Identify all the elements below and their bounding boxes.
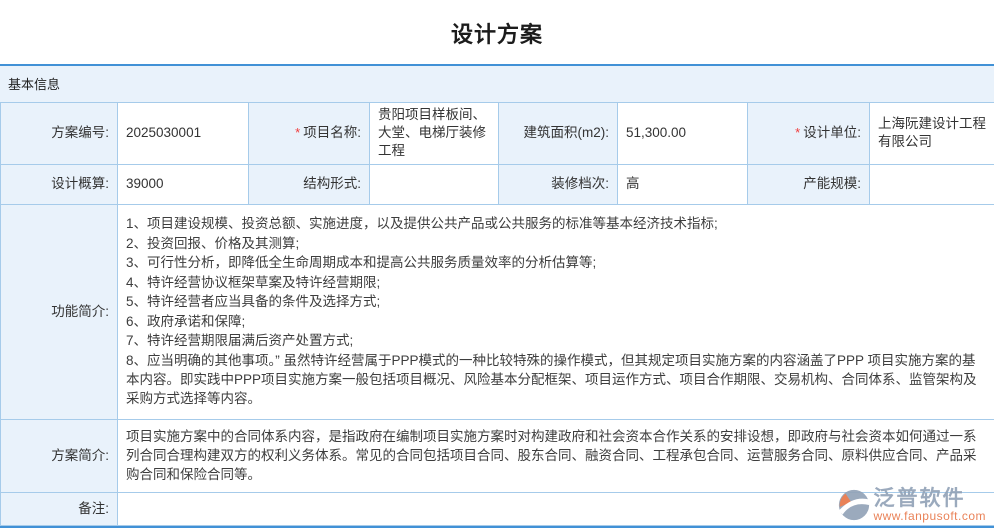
design-unit-label: *设计单位: <box>748 103 870 165</box>
decoration-grade-value: 高 <box>618 164 748 204</box>
fanpu-logo-icon <box>837 488 871 522</box>
section-header-basic-info: 基本信息 <box>0 66 994 102</box>
design-estimate-label-text: 设计概算: <box>51 176 109 191</box>
fanpu-watermark: 泛普软件 www.fanpusoft.com <box>837 488 986 523</box>
table-row: 方案编号: 2025030001 *项目名称: 贵阳项目样板间、大堂、电梯厅装修… <box>1 103 994 165</box>
plan-number-label: 方案编号: <box>1 103 118 165</box>
plan-number-label-text: 方案编号: <box>51 125 109 140</box>
function-intro-text: 1、项目建设规模、投资总额、实施进度，以及提供公共产品或公共服务的标准等基本经济… <box>126 214 986 408</box>
function-intro-label: 功能简介: <box>1 204 118 419</box>
design-plan-form-table: 方案编号: 2025030001 *项目名称: 贵阳项目样板间、大堂、电梯厅装修… <box>0 102 994 526</box>
project-name-label-text: 项目名称: <box>303 125 361 140</box>
fanpu-brand-name: 泛普软件 <box>873 488 965 510</box>
capacity-scale-label: 产能规模: <box>748 164 870 204</box>
table-row: 设计概算: 39000 结构形式: 装修档次: 高 产能规模: <box>1 164 994 204</box>
table-row: 方案简介: 项目实施方案中的合同体系内容，是指政府在编制项目实施方案时对构建政府… <box>1 419 994 492</box>
design-unit-value: 上海阮建设计工程有限公司 <box>870 103 994 165</box>
plan-intro-text: 项目实施方案中的合同体系内容，是指政府在编制项目实施方案时对构建政府和社会资本合… <box>126 427 986 485</box>
fanpu-watermark-text: 泛普软件 www.fanpusoft.com <box>873 488 986 523</box>
design-estimate-value: 39000 <box>118 164 249 204</box>
building-area-label-text: 建筑面积(m2): <box>524 125 610 140</box>
design-unit-label-text: 设计单位: <box>803 125 861 140</box>
plan-intro-label: 方案简介: <box>1 419 118 492</box>
structure-type-label-text: 结构形式: <box>303 176 361 191</box>
building-area-label: 建筑面积(m2): <box>499 103 618 165</box>
capacity-scale-value <box>870 164 994 204</box>
project-name-value: 贵阳项目样板间、大堂、电梯厅装修工程 <box>370 103 499 165</box>
bottom-divider-line <box>0 526 994 528</box>
project-name-label: *项目名称: <box>249 103 370 165</box>
remark-label-text: 备注: <box>78 501 109 516</box>
plan-number-value: 2025030001 <box>118 103 249 165</box>
plan-intro-label-text: 方案简介: <box>51 448 109 463</box>
required-asterisk: * <box>295 125 300 140</box>
required-asterisk: * <box>795 125 800 140</box>
function-intro-label-text: 功能简介: <box>51 304 109 319</box>
table-row: 功能简介: 1、项目建设规模、投资总额、实施进度，以及提供公共产品或公共服务的标… <box>1 204 994 419</box>
decoration-grade-label-text: 装修档次: <box>551 176 609 191</box>
decoration-grade-label: 装修档次: <box>499 164 618 204</box>
structure-type-value <box>370 164 499 204</box>
structure-type-label: 结构形式: <box>249 164 370 204</box>
page-title: 设计方案 <box>0 0 994 64</box>
design-estimate-label: 设计概算: <box>1 164 118 204</box>
remark-label: 备注: <box>1 492 118 525</box>
plan-intro-value: 项目实施方案中的合同体系内容，是指政府在编制项目实施方案时对构建政府和社会资本合… <box>118 419 994 492</box>
function-intro-value: 1、项目建设规模、投资总额、实施进度，以及提供公共产品或公共服务的标准等基本经济… <box>118 204 994 419</box>
capacity-scale-label-text: 产能规模: <box>803 176 861 191</box>
building-area-value: 51,300.00 <box>618 103 748 165</box>
fanpu-website-url: www.fanpusoft.com <box>873 510 986 523</box>
